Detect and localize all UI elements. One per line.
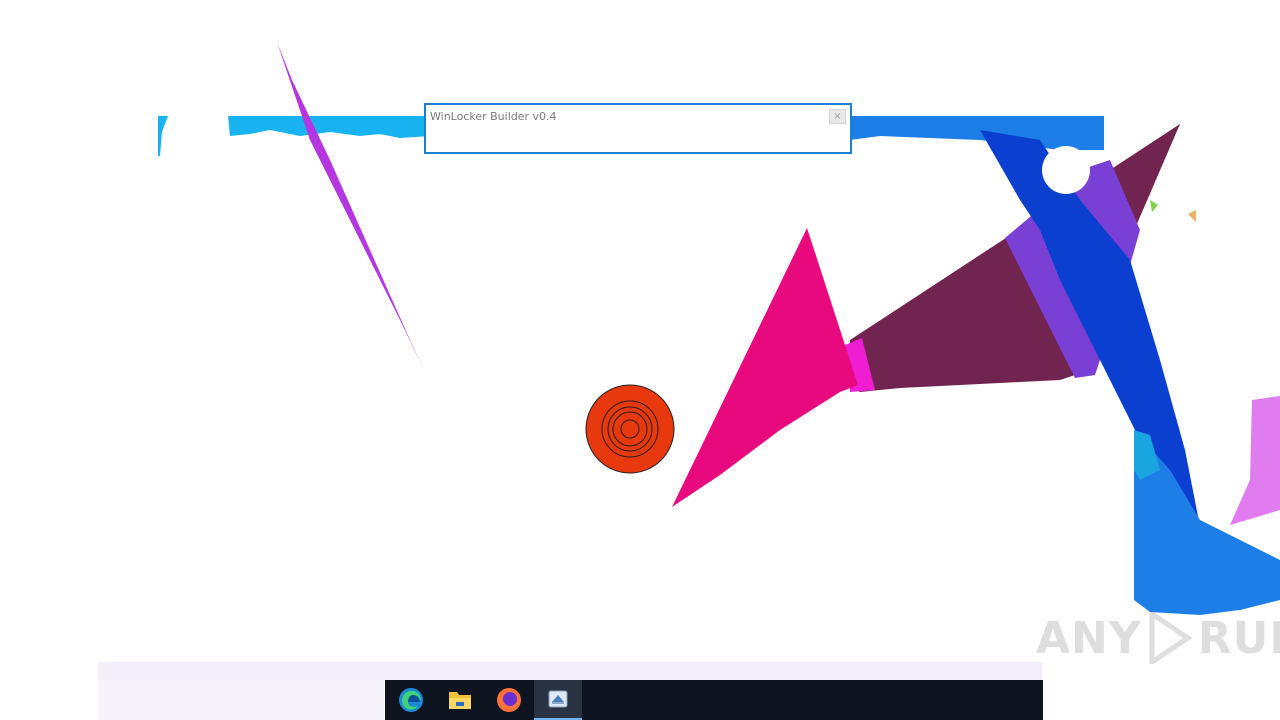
window-title: WinLocker Builder v0.4 [430,110,557,123]
edge-icon [399,688,423,712]
anyrun-watermark: ANY RUN [1036,612,1280,664]
close-icon: × [833,110,842,122]
faint-band-left [98,680,384,720]
purple-streak [277,42,424,370]
faint-band-bottom [98,662,1042,680]
white-blob [1042,146,1090,194]
winlocker-app-icon [548,690,568,708]
blue-band-right [850,116,1104,150]
orange-marker [1188,210,1196,222]
desktop: WinLocker Builder v0.4 × ANY RU [0,0,1280,720]
violet-blob-right [1230,396,1280,525]
target-graphic [585,384,675,474]
cyan-sliver-left [158,116,168,156]
taskbar-firefox-button[interactable] [485,680,533,720]
firefox-icon [497,688,521,712]
play-icon [1149,612,1192,664]
taskbar-edge-button[interactable] [387,680,435,720]
taskbar [385,680,1043,720]
watermark-left: ANY [1036,612,1142,664]
file-explorer-icon [449,692,471,709]
winlocker-window[interactable]: WinLocker Builder v0.4 × [424,103,852,154]
window-close-button[interactable]: × [829,109,846,124]
watermark-right: RUN [1197,612,1280,664]
pink-triangle [672,228,858,507]
taskbar-winlocker-button[interactable] [534,680,582,720]
green-marker [1150,200,1158,212]
taskbar-explorer-button[interactable] [436,680,484,720]
